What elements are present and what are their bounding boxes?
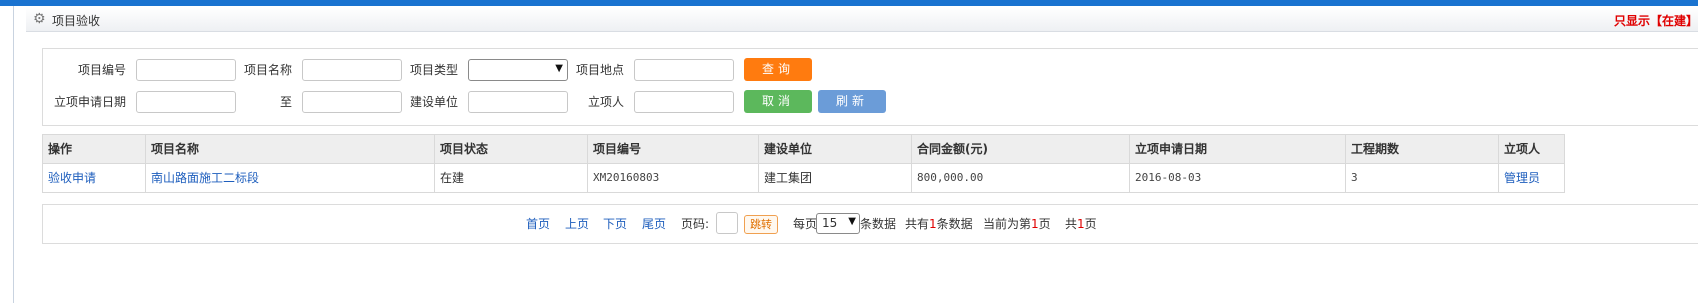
per-page-select[interactable]: 15 ▼ — [816, 213, 860, 234]
total-pages-info: 共1页 — [1065, 217, 1097, 231]
next-page-link[interactable]: 下页 — [603, 216, 627, 232]
creator-input[interactable] — [634, 91, 734, 113]
project-name-label: 项目名称 — [243, 63, 292, 77]
column-header: 项目名称 — [145, 135, 434, 163]
phase-count-cell: 3 — [1345, 164, 1498, 192]
table-row: 验收申请 南山路面施工二标段 在建 XM20160803 建工集团 800,00… — [43, 164, 1564, 192]
creator-label: 立项人 — [587, 95, 624, 109]
last-page-link[interactable]: 尾页 — [642, 216, 666, 232]
creator-link[interactable]: 管理员 — [1498, 164, 1564, 192]
project-location-input[interactable] — [634, 59, 734, 81]
project-type-label: 项目类型 — [409, 63, 458, 77]
builder-cell: 建工集团 — [758, 164, 911, 192]
per-page-value: 15 — [822, 216, 838, 230]
column-header: 项目状态 — [434, 135, 587, 163]
total-records: 共有1条数据 — [905, 217, 973, 231]
project-name-link[interactable]: 南山路面施工二标段 — [145, 164, 434, 192]
column-header: 建设单位 — [758, 135, 911, 163]
accept-apply-link[interactable]: 验收申请 — [43, 164, 145, 192]
column-header: 立项人 — [1498, 135, 1564, 163]
status-notice: 只显示【在建】工程 — [1614, 14, 1698, 28]
dropdown-arrow-icon: ▼ — [848, 216, 856, 227]
builder-label: 建设单位 — [409, 95, 458, 109]
refresh-button[interactable]: 刷新 — [818, 90, 886, 113]
pagination-bar: 首页 上页 下页 尾页 页码: 跳转 每页 15 ▼ 条数据 共有1条数据 当前… — [42, 204, 1698, 244]
column-header: 项目编号 — [587, 135, 758, 163]
results-table: 操作 项目名称 项目状态 项目编号 建设单位 合同金额(元) 立项申请日期 工程… — [42, 134, 1565, 193]
page-title-bar: ⚙ 项目验收 只显示【在建】工程 — [26, 7, 1698, 32]
column-header: 合同金额(元) — [911, 135, 1129, 163]
project-status-cell: 在建 — [434, 164, 587, 192]
per-page-suffix: 条数据 — [860, 217, 897, 231]
prev-page-link[interactable]: 上页 — [565, 216, 589, 232]
project-code-label: 项目编号 — [77, 63, 126, 77]
gear-icon: ⚙ — [33, 11, 46, 27]
cancel-button[interactable]: 取消 — [744, 90, 812, 113]
column-header: 立项申请日期 — [1129, 135, 1345, 163]
table-header-row: 操作 项目名称 项目状态 项目编号 建设单位 合同金额(元) 立项申请日期 工程… — [43, 135, 1564, 164]
contract-amount-cell: 800,000.00 — [911, 164, 1129, 192]
first-page-link[interactable]: 首页 — [526, 216, 550, 232]
apply-date-label: 立项申请日期 — [53, 95, 126, 109]
per-page-prefix: 每页 — [793, 217, 818, 231]
search-form: 项目编号 项目名称 项目类型 ▼ 项目地点 查询 立项申请日期 至 建设单位 立… — [42, 48, 1698, 126]
project-location-label: 项目地点 — [575, 63, 624, 77]
page-number-input[interactable] — [716, 212, 738, 234]
top-accent-bar — [0, 0, 1698, 6]
page-title: 项目验收 — [52, 14, 101, 28]
current-page-info: 当前为第1页 — [983, 217, 1051, 231]
jump-button[interactable]: 跳转 — [744, 215, 778, 234]
date-to-label: 至 — [279, 95, 292, 109]
column-header: 工程期数 — [1345, 135, 1498, 163]
query-button[interactable]: 查询 — [744, 58, 812, 81]
column-header: 操作 — [48, 142, 73, 156]
page-number-label: 页码: — [681, 217, 710, 231]
left-divider — [13, 6, 14, 303]
apply-date-cell: 2016-08-03 — [1129, 164, 1345, 192]
project-code-cell: XM20160803 — [587, 164, 758, 192]
